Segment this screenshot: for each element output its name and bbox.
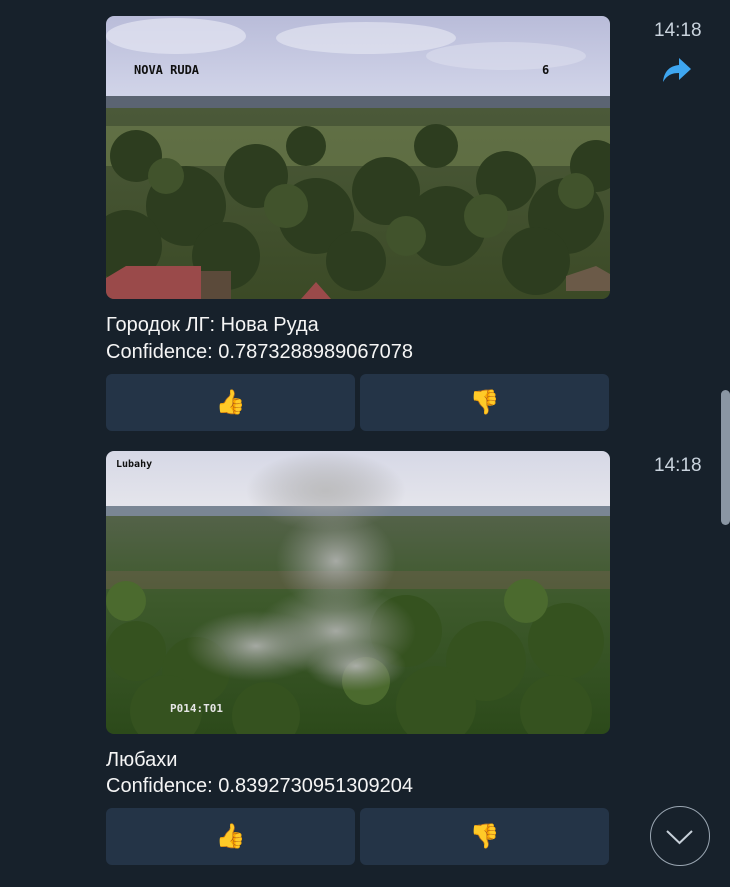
thumbs-down-icon: 👎 — [469, 823, 500, 850]
thumbs-down-icon: 👎 — [469, 389, 500, 416]
thumbs-down-button[interactable]: 👎 — [360, 374, 609, 431]
thumbs-up-button[interactable]: 👍 — [106, 374, 355, 431]
caption-confidence: Confidence: 0.8392730951309204 — [106, 775, 413, 797]
camera-overlay-name: Lubahy — [116, 459, 152, 470]
thumbs-up-icon: 👍 — [215, 823, 246, 850]
scrollbar-thumb[interactable] — [721, 390, 730, 525]
message-time: 14:18 — [654, 20, 702, 41]
feedback-buttons: 👍 👎 — [106, 374, 610, 431]
forward-arrow-icon[interactable] — [662, 56, 692, 84]
caption-location: Любахи — [106, 749, 178, 771]
camera-photo-nova-ruda[interactable]: NOVA RUDA 6 — [106, 16, 610, 299]
caption-location: Городок ЛГ: Нова Руда — [106, 314, 319, 336]
thumbs-down-button[interactable]: 👎 — [360, 808, 609, 865]
scroll-down-button[interactable] — [650, 806, 710, 866]
message-time: 14:18 — [654, 455, 702, 476]
camera-photo-lubahy[interactable]: Lubahy P014:T01 — [106, 451, 610, 734]
camera-overlay-number: 6 — [542, 63, 549, 77]
camera-overlay-name: NOVA RUDA — [134, 63, 200, 77]
caption-confidence: Confidence: 0.7873288989067078 — [106, 341, 413, 363]
feedback-buttons: 👍 👎 — [106, 808, 610, 865]
camera-overlay-ptz: P014:T01 — [170, 702, 223, 715]
thumbs-up-icon: 👍 — [215, 389, 246, 416]
chevron-down-icon — [666, 830, 693, 845]
thumbs-up-button[interactable]: 👍 — [106, 808, 355, 865]
